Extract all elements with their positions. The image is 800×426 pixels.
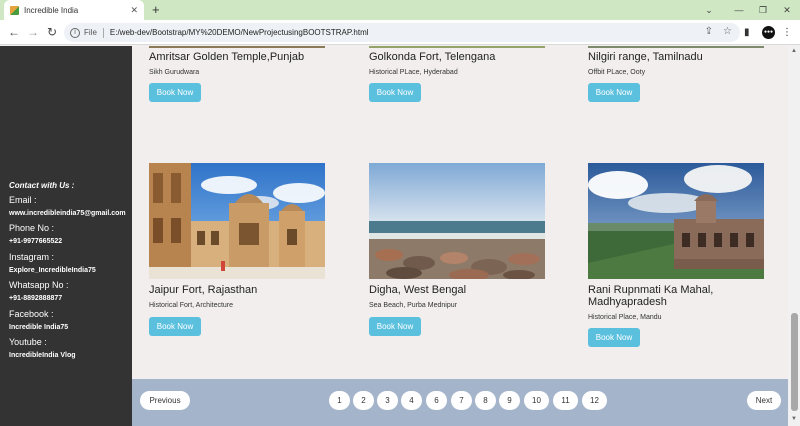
youtube-label: Youtube : xyxy=(9,337,47,347)
page-button[interactable]: 12 xyxy=(582,391,607,410)
card-title-line2: Madhyapradesh xyxy=(588,296,667,308)
scroll-down-icon[interactable]: ▼ xyxy=(791,416,797,422)
page-button[interactable]: 10 xyxy=(524,391,549,410)
phone-value: +91-9977665522 xyxy=(9,238,63,245)
card-subtitle: Sea Beach, Purba Mednipur xyxy=(369,302,457,309)
scrollbar-thumb[interactable] xyxy=(791,313,798,411)
card-subtitle: Historical Fort, Architecture xyxy=(149,302,234,309)
page-button[interactable]: 9 xyxy=(499,391,520,410)
card-image-edge xyxy=(588,46,764,48)
back-icon[interactable]: ← xyxy=(6,24,22,40)
page-button[interactable]: 6 xyxy=(426,391,447,410)
card-subtitle: Sikh Gurudwara xyxy=(149,69,200,76)
contact-sidebar: Contact with Us : Email : www.incredible… xyxy=(0,46,132,426)
page-button[interactable]: 11 xyxy=(553,391,578,410)
page-button[interactable]: 1 xyxy=(329,391,350,410)
card-title: Amritsar Golden Temple,Punjab xyxy=(149,51,305,63)
destinations-grid: Amritsar Golden Temple,Punjab Sikh Gurud… xyxy=(132,46,788,380)
card-title: Golkonda Fort, Telengana xyxy=(369,51,496,63)
email-value: www.incredibleindia75@gmail.com xyxy=(9,210,126,217)
pagination-bar: Previous 1 2 3 4 6 7 8 9 10 11 12 Next xyxy=(132,379,788,426)
tab-close-icon[interactable]: ✕ xyxy=(130,5,138,16)
card-subtitle: Historical Place, Mandu xyxy=(588,314,662,321)
new-tab-button[interactable]: + xyxy=(152,2,160,18)
youtube-value: IncredibleIndia Vlog xyxy=(9,352,76,359)
bookmark-star-icon[interactable]: ☆ xyxy=(723,26,732,37)
browser-toolbar: ← → ↻ i File E:/web-dev/Bootstrap/MY%20D… xyxy=(0,20,800,45)
reload-icon[interactable]: ↻ xyxy=(44,24,60,40)
share-icon[interactable]: ⇪ xyxy=(705,26,713,37)
address-bar[interactable]: i File E:/web-dev/Bootstrap/MY%20DEMO/Ne… xyxy=(64,23,740,42)
info-icon[interactable]: i xyxy=(70,27,80,38)
page-button[interactable]: 7 xyxy=(451,391,472,410)
instagram-label: Instagram : xyxy=(9,252,55,262)
card-image-edge xyxy=(149,46,325,48)
card-title: Digha, West Bengal xyxy=(369,284,467,296)
whatsapp-value: +91-8892888877 xyxy=(9,295,63,302)
url-text[interactable]: E:/web-dev/Bootstrap/MY%20DEMO/NewProjec… xyxy=(110,28,369,37)
whatsapp-label: Whatsapp No : xyxy=(9,280,69,290)
book-now-button[interactable]: Book Now xyxy=(149,317,201,336)
email-label: Email : xyxy=(9,195,37,205)
side-panel-icon[interactable]: ▮ xyxy=(744,24,750,40)
menu-icon[interactable]: ⋮ xyxy=(782,24,792,40)
next-button[interactable]: Next xyxy=(747,391,781,410)
book-now-button[interactable]: Book Now xyxy=(588,328,640,347)
rani-rupmati-mahal-image[interactable] xyxy=(588,163,764,279)
page-button[interactable]: 4 xyxy=(401,391,422,410)
digha-beach-image[interactable] xyxy=(369,163,545,279)
book-now-button[interactable]: Book Now xyxy=(369,317,421,336)
previous-button[interactable]: Previous xyxy=(140,391,190,410)
page-button[interactable]: 3 xyxy=(377,391,398,410)
tab-search-icon[interactable]: ⌄ xyxy=(692,0,726,20)
close-window-icon[interactable]: ✕ xyxy=(770,0,800,20)
book-now-button[interactable]: Book Now xyxy=(149,83,201,102)
contact-heading: Contact with Us : xyxy=(9,181,75,190)
instagram-value: Explore_IncredibleIndia75 xyxy=(9,267,96,274)
page-button[interactable]: 8 xyxy=(475,391,496,410)
card-title: Nilgiri range, Tamilnadu xyxy=(588,51,703,63)
card-subtitle: Offbit PLace, Ooty xyxy=(588,69,646,76)
card-title: Jaipur Fort, Rajasthan xyxy=(149,284,258,296)
facebook-value: Incredible India75 xyxy=(9,324,69,331)
page-button[interactable]: 2 xyxy=(353,391,374,410)
tab-title: Incredible India xyxy=(24,5,79,15)
browser-tab-bar: Incredible India ✕ + ⌄ — ❐ ✕ xyxy=(0,0,800,20)
jaipur-fort-image[interactable] xyxy=(149,163,325,279)
favicon-icon xyxy=(10,5,19,15)
forward-icon[interactable]: → xyxy=(25,24,41,40)
profile-avatar[interactable]: ●●● xyxy=(762,24,775,40)
card-image-edge xyxy=(369,46,545,48)
book-now-button[interactable]: Book Now xyxy=(588,83,640,102)
scroll-up-icon[interactable]: ▲ xyxy=(791,48,797,54)
url-separator xyxy=(102,27,104,38)
url-scheme: File xyxy=(84,28,97,37)
book-now-button[interactable]: Book Now xyxy=(369,83,421,102)
card-subtitle: Historical PLace, Hyderabad xyxy=(369,69,458,76)
phone-label: Phone No : xyxy=(9,223,55,233)
facebook-label: Facebook : xyxy=(9,309,54,319)
browser-tab[interactable]: Incredible India ✕ xyxy=(4,0,144,20)
